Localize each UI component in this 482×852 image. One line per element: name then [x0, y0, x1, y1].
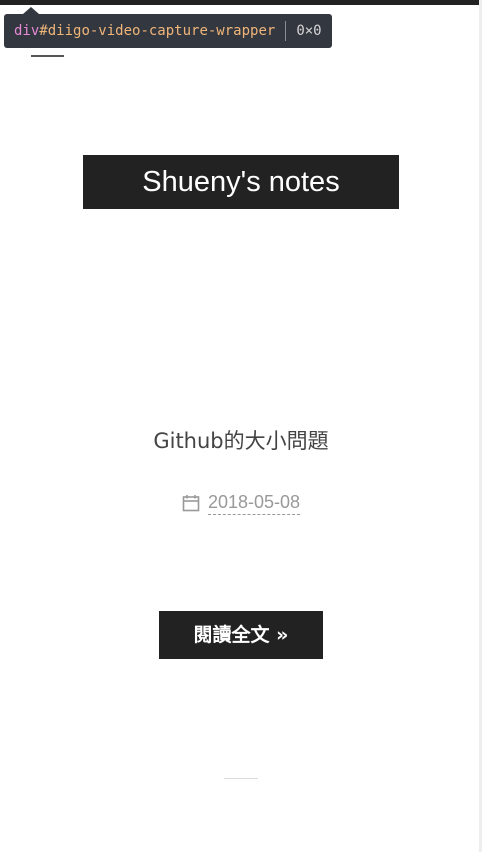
- tooltip-element-id: #diigo-video-capture-wrapper: [39, 23, 276, 39]
- tooltip-arrow: [23, 7, 39, 14]
- tooltip-divider: [285, 21, 287, 41]
- tooltip-dimensions: 0×0: [296, 23, 322, 39]
- site-title-link[interactable]: Shueny's notes: [83, 155, 399, 209]
- read-more-button[interactable]: 閱讀全文 »: [159, 611, 323, 659]
- post-meta: 2018-05-08: [0, 490, 482, 515]
- tooltip-tag-name: div: [14, 23, 40, 39]
- post-separator: [224, 778, 258, 779]
- inspector-tooltip: div #diigo-video-capture-wrapper 0×0: [4, 7, 332, 48]
- top-dark-bar: [0, 0, 482, 5]
- menu-toggle-line[interactable]: [31, 55, 64, 57]
- post-title[interactable]: Github的大小問題: [0, 424, 482, 458]
- post-date-link[interactable]: 2018-05-08: [207, 490, 301, 515]
- calendar-icon: [182, 494, 200, 512]
